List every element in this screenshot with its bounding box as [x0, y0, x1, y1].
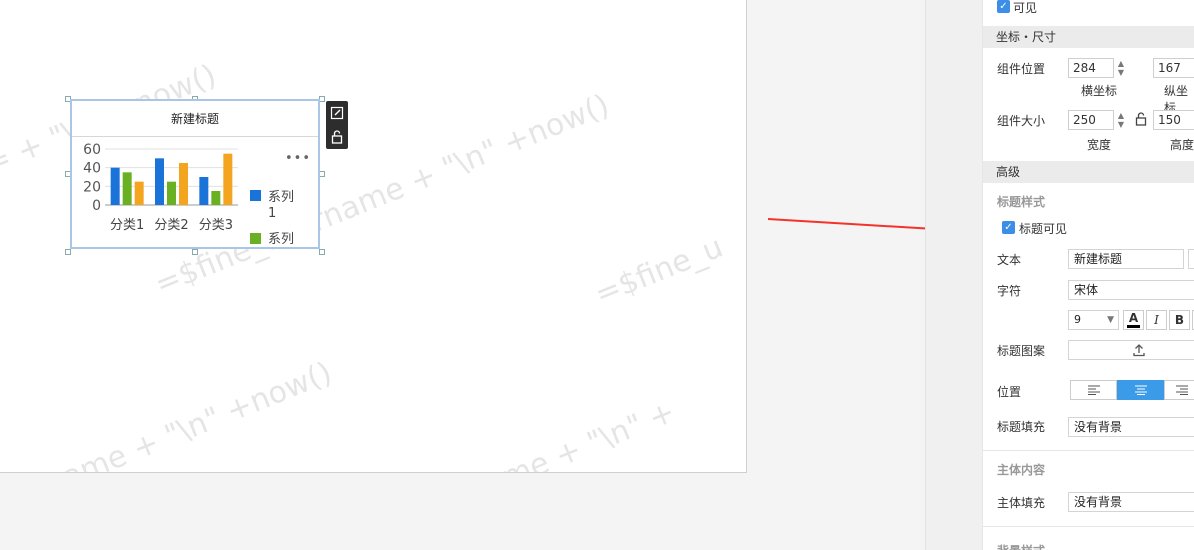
- watermark: =$fine_u: [590, 229, 728, 313]
- edit-icon[interactable]: [326, 101, 348, 125]
- chevron-down-icon: ▼: [1107, 315, 1114, 325]
- align-center-icon: [1134, 385, 1147, 395]
- bar: [110, 167, 120, 205]
- font-label: 字符: [997, 284, 1022, 298]
- height-input[interactable]: 150: [1153, 110, 1194, 130]
- legend-label: 系列: [268, 190, 294, 205]
- visible-checkbox[interactable]: ✓: [997, 0, 1010, 13]
- section-advanced: 高级: [983, 161, 1194, 183]
- font-family-select[interactable]: 宋体: [1068, 280, 1194, 300]
- title-pattern-label: 标题图案: [997, 344, 1046, 358]
- size-label: 组件大小: [997, 114, 1046, 128]
- title-fill-label: 标题填充: [997, 420, 1046, 434]
- y-tick-label: 40: [83, 161, 101, 177]
- position-label: 位置: [997, 385, 1022, 399]
- font-color-button[interactable]: A: [1123, 310, 1144, 330]
- panel-tab-strip: [926, 0, 983, 550]
- pos-x-stepper[interactable]: ▲ ▼: [1114, 58, 1128, 78]
- title-visible-checkbox[interactable]: ✓: [1002, 221, 1015, 234]
- canvas-gutter-right: [747, 0, 925, 473]
- pos-y-input[interactable]: 167: [1153, 58, 1194, 78]
- title-text-expand[interactable]: [1188, 249, 1194, 269]
- unlock-icon[interactable]: [326, 125, 348, 149]
- text-label: 文本: [997, 253, 1022, 267]
- title-text-input[interactable]: 新建标题: [1068, 249, 1184, 269]
- font-size-value: 9: [1074, 313, 1081, 326]
- bar: [199, 177, 209, 205]
- legend-label: 系列: [268, 232, 294, 247]
- width-stepper[interactable]: ▲ ▼: [1114, 110, 1128, 130]
- widget-title: 新建标题: [72, 101, 318, 137]
- visible-label: 可见: [1013, 1, 1038, 15]
- align-left-button[interactable]: [1070, 380, 1117, 400]
- legend-swatch: [250, 190, 261, 201]
- pos-x-input[interactable]: 284: [1068, 58, 1114, 78]
- section-coords: 坐标・尺寸: [983, 26, 1194, 48]
- body-content-heading: 主体内容: [997, 463, 1046, 477]
- bar: [167, 181, 176, 205]
- divider: [983, 526, 1194, 527]
- more-options-icon[interactable]: •••: [285, 151, 311, 166]
- y-tick-label: 20: [83, 179, 101, 195]
- align-right-button[interactable]: [1164, 380, 1194, 400]
- x-tick-label: 分类3: [199, 218, 233, 233]
- italic-button[interactable]: I: [1146, 310, 1167, 330]
- y-tick-label: 0: [92, 198, 101, 214]
- bar: [122, 172, 132, 205]
- align-center-button[interactable]: [1117, 380, 1164, 400]
- widget-toolbar: [326, 101, 348, 149]
- font-size-select[interactable]: 9 ▼: [1068, 310, 1119, 330]
- resize-handle[interactable]: [65, 249, 71, 255]
- x-tick-label: 分类2: [154, 218, 188, 233]
- bg-style-heading: 背景样式: [997, 542, 1045, 550]
- title-fill-select[interactable]: 没有背景: [1068, 417, 1194, 437]
- legend-swatch: [250, 233, 261, 244]
- canvas-gutter: [0, 473, 925, 550]
- body-fill-select[interactable]: 没有背景: [1068, 492, 1194, 512]
- align-left-icon: [1087, 385, 1100, 395]
- upload-icon: [1133, 344, 1145, 357]
- font-color-icon: A: [1128, 311, 1139, 325]
- chart-widget[interactable]: 新建标题 60 40 20 0 分类1 分类2 分类3 系列 1 系列 •••: [70, 99, 320, 249]
- width-input[interactable]: 250: [1068, 110, 1114, 130]
- divider: [983, 450, 1194, 451]
- bar: [179, 163, 188, 205]
- height-label: 高度: [1170, 138, 1194, 152]
- resize-handle[interactable]: [192, 249, 198, 255]
- bold-button[interactable]: B: [1169, 310, 1190, 330]
- bar: [211, 191, 221, 205]
- watermark: name + "\n" +now(): [40, 355, 337, 473]
- width-label: 宽度: [1087, 138, 1112, 152]
- x-tick-label: 分类1: [110, 218, 144, 233]
- bar: [223, 153, 233, 205]
- legend-label: 1: [268, 206, 276, 221]
- title-pattern-upload[interactable]: [1068, 340, 1194, 360]
- y-tick-label: 60: [83, 142, 101, 158]
- body-fill-label: 主体填充: [997, 496, 1046, 510]
- title-style-heading: 标题样式: [997, 195, 1046, 209]
- title-visible-label: 标题可见: [1019, 222, 1068, 236]
- bar: [155, 158, 164, 205]
- align-right-icon: [1176, 385, 1188, 395]
- pos-x-label: 横坐标: [1081, 84, 1118, 98]
- watermark: ame + "\n" +: [480, 394, 681, 473]
- bar: [134, 181, 144, 205]
- screen: = + "\n" +now() =$fine_username + "\n" +…: [0, 0, 1194, 550]
- resize-handle[interactable]: [319, 249, 325, 255]
- ratio-lock-icon[interactable]: [1135, 112, 1147, 129]
- pos-label: 组件位置: [997, 62, 1046, 76]
- bar-chart: 6040200分类1 分类2 分类3系列1系列: [83, 142, 294, 247]
